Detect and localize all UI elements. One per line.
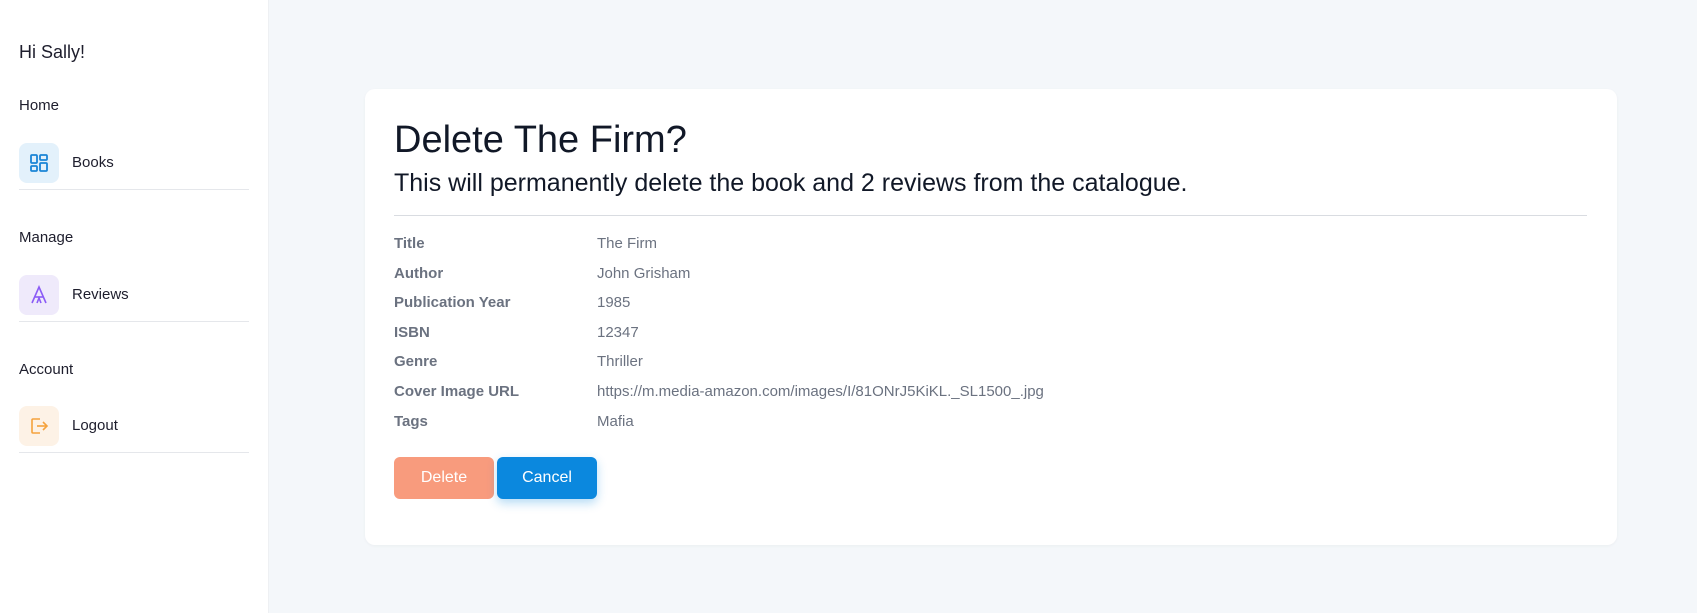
detail-value: 1985 xyxy=(597,294,631,311)
sidebar: Hi Sally! Home Books Manage Reviews Acco… xyxy=(0,0,269,613)
detail-label: ISBN xyxy=(394,324,430,341)
detail-label: Title xyxy=(394,235,425,252)
section-title-home: Home xyxy=(19,97,60,114)
detail-label: Cover Image URL xyxy=(394,383,520,400)
detail-row-title: Title The Firm xyxy=(394,234,657,254)
page-title: Delete The Firm? xyxy=(394,119,687,161)
sidebar-item-label: Books xyxy=(72,154,114,171)
detail-value: https://m.media-amazon.com/images/I/81ON… xyxy=(597,383,1044,400)
detail-label: Author xyxy=(394,265,444,282)
sidebar-item-books[interactable]: Books xyxy=(19,136,249,190)
delete-button[interactable]: Delete xyxy=(394,457,494,499)
detail-value: 12347 xyxy=(597,324,639,341)
page-subtitle: This will permanently delete the book an… xyxy=(394,169,1188,197)
greeting: Hi Sally! xyxy=(19,42,86,62)
detail-value: The Firm xyxy=(597,235,657,252)
sidebar-item-logout[interactable]: Logout xyxy=(19,399,249,453)
detail-row-genre: Genre Thriller xyxy=(394,352,643,372)
dashboard-grid-icon xyxy=(19,142,59,183)
detail-label: Publication Year xyxy=(394,294,511,311)
detail-value: John Grisham xyxy=(597,265,691,282)
delete-confirmation-card: Delete The Firm? This will permanently d… xyxy=(365,89,1617,545)
detail-row-tags: Tags Mafia xyxy=(394,412,634,432)
detail-label: Genre xyxy=(394,353,438,370)
sidebar-item-label: Logout xyxy=(72,417,118,434)
font-letter-a-icon xyxy=(19,274,59,315)
logout-icon xyxy=(19,405,59,446)
detail-value: Thriller xyxy=(597,353,643,370)
detail-row-author: Author John Grisham xyxy=(394,264,690,284)
divider xyxy=(394,215,1587,216)
section-title-manage: Manage xyxy=(19,229,74,246)
detail-value: Mafia xyxy=(597,413,634,430)
section-title-account: Account xyxy=(19,361,74,378)
detail-row-cover-image-url: Cover Image URL https://m.media-amazon.c… xyxy=(394,382,1044,402)
detail-row-isbn: ISBN 12347 xyxy=(394,323,639,343)
cancel-button[interactable]: Cancel xyxy=(497,457,597,499)
sidebar-item-reviews[interactable]: Reviews xyxy=(19,268,249,322)
sidebar-item-label: Reviews xyxy=(72,286,129,303)
detail-label: Tags xyxy=(394,413,428,430)
detail-row-publication-year: Publication Year 1985 xyxy=(394,293,630,313)
